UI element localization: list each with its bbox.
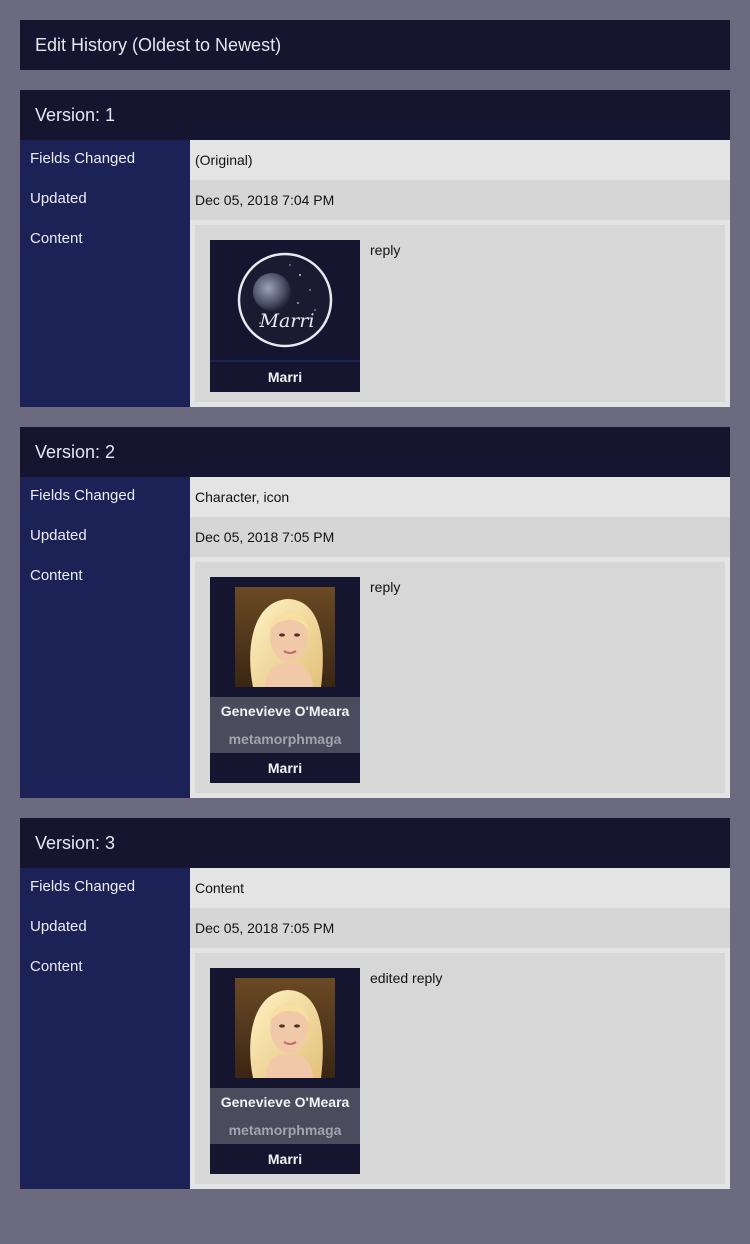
updated-label: Updated bbox=[20, 517, 190, 557]
updated-value: Dec 05, 2018 7:05 PM bbox=[190, 908, 730, 948]
updated-row: Updated Dec 05, 2018 7:05 PM bbox=[20, 517, 730, 557]
moon-icon[interactable]: Marri bbox=[210, 240, 360, 362]
character-name[interactable]: Genevieve O'Meara bbox=[210, 697, 360, 725]
fields-changed-row: Fields Changed (Original) bbox=[20, 140, 730, 180]
updated-row: Updated Dec 05, 2018 7:04 PM bbox=[20, 180, 730, 220]
version-header: Version: 3 bbox=[20, 818, 730, 868]
version-block: Version: 3 Fields Changed Content Update… bbox=[20, 818, 730, 1189]
updated-label: Updated bbox=[20, 180, 190, 220]
character-name[interactable]: Genevieve O'Meara bbox=[210, 1088, 360, 1116]
portrait-icon-graphic bbox=[235, 587, 335, 687]
page-title: Edit History (Oldest to Newest) bbox=[20, 20, 730, 70]
post-text: edited reply bbox=[370, 970, 443, 986]
fields-changed-label: Fields Changed bbox=[20, 140, 190, 180]
fields-changed-row: Fields Changed Content bbox=[20, 868, 730, 908]
post-info: Genevieve O'Meara metamorphmaga Marri bbox=[210, 968, 360, 1174]
content-row: Content bbox=[20, 557, 730, 798]
fields-changed-label: Fields Changed bbox=[20, 477, 190, 517]
post: Genevieve O'Meara metamorphmaga Marri re… bbox=[195, 562, 725, 793]
content-row: Content bbox=[20, 948, 730, 1189]
fields-changed-row: Fields Changed Character, icon bbox=[20, 477, 730, 517]
post-text: reply bbox=[370, 242, 401, 258]
updated-row: Updated Dec 05, 2018 7:05 PM bbox=[20, 908, 730, 948]
post-info: Genevieve O'Meara metamorphmaga Marri bbox=[210, 577, 360, 783]
fields-changed-value: (Original) bbox=[190, 140, 730, 180]
content-value: Marri Marri reply bbox=[190, 220, 730, 407]
updated-value: Dec 05, 2018 7:04 PM bbox=[190, 180, 730, 220]
screenname: metamorphmaga bbox=[210, 1116, 360, 1144]
screenname: metamorphmaga bbox=[210, 725, 360, 753]
content-value: Genevieve O'Meara metamorphmaga Marri re… bbox=[190, 557, 730, 798]
moon-icon-graphic: Marri bbox=[237, 252, 333, 348]
content-value: Genevieve O'Meara metamorphmaga Marri ed… bbox=[190, 948, 730, 1189]
version-block: Version: 1 Fields Changed (Original) Upd… bbox=[20, 90, 730, 407]
updated-value: Dec 05, 2018 7:05 PM bbox=[190, 517, 730, 557]
version-header: Version: 2 bbox=[20, 427, 730, 477]
fields-changed-label: Fields Changed bbox=[20, 868, 190, 908]
post-text: reply bbox=[370, 579, 401, 595]
portrait-icon[interactable] bbox=[210, 577, 360, 697]
portrait-icon[interactable] bbox=[210, 968, 360, 1088]
post-info: Marri Marri bbox=[210, 240, 360, 392]
user-name[interactable]: Marri bbox=[210, 1144, 360, 1174]
user-name[interactable]: Marri bbox=[210, 753, 360, 783]
fields-changed-value: Character, icon bbox=[190, 477, 730, 517]
content-label: Content bbox=[20, 220, 190, 407]
post: Genevieve O'Meara metamorphmaga Marri ed… bbox=[195, 953, 725, 1184]
fields-changed-value: Content bbox=[190, 868, 730, 908]
user-name[interactable]: Marri bbox=[210, 362, 360, 392]
content-row: Content bbox=[20, 220, 730, 407]
content-label: Content bbox=[20, 948, 190, 1189]
updated-label: Updated bbox=[20, 908, 190, 948]
version-header: Version: 1 bbox=[20, 90, 730, 140]
version-block: Version: 2 Fields Changed Character, ico… bbox=[20, 427, 730, 798]
post: Marri Marri reply bbox=[195, 225, 725, 402]
content-label: Content bbox=[20, 557, 190, 798]
portrait-icon-graphic bbox=[235, 978, 335, 1078]
logo-text: Marri bbox=[258, 310, 314, 332]
